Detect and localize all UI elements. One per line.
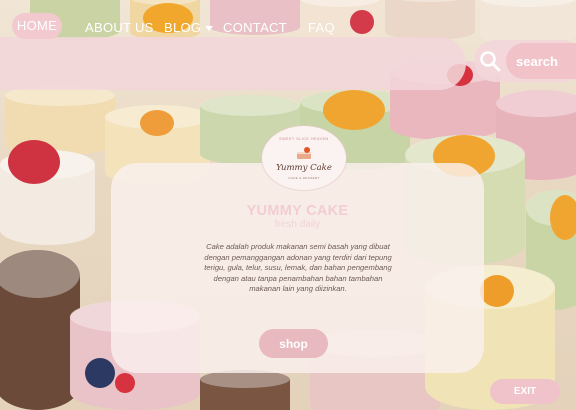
nav-blog-dropdown[interactable]: BLOG <box>164 16 214 40</box>
brand-logo: SWEET SLICE HEAVEN Yummy Cake CAKE & DES… <box>262 126 346 190</box>
nav-contact-link[interactable]: CONTACT <box>223 16 287 40</box>
nav-blog-label: BLOG <box>164 20 202 35</box>
nav-about-us-link[interactable]: ABOUT US <box>85 16 154 40</box>
orange-fruit-3 <box>480 275 514 307</box>
nav-home-link[interactable]: HOME <box>12 13 62 39</box>
search-bar <box>474 40 576 82</box>
bear-cookie-cake <box>200 370 290 410</box>
chocolate-bear-cake <box>0 250 80 410</box>
blueberry-fruit <box>85 358 115 388</box>
search-icon[interactable] <box>479 50 501 72</box>
mango-fruit <box>323 90 385 130</box>
raspberry-fruit <box>350 10 374 34</box>
coffee-cake <box>480 0 576 45</box>
orange-slice <box>550 195 576 240</box>
chevron-down-icon <box>205 26 214 32</box>
apricot-fruit <box>140 110 174 136</box>
hero-title: YUMMY CAKE <box>246 203 349 219</box>
strawberry-fruit-2 <box>8 140 60 184</box>
top-navigation-bar <box>0 37 466 90</box>
hero-description: Cake adalah produk makanan semi basah ya… <box>204 242 392 293</box>
hero-subtitle: fresh daily <box>274 219 321 230</box>
logo-tagline: CAKE & DESSERT <box>288 176 320 180</box>
exit-button[interactable]: EXIT <box>490 379 560 404</box>
cake-slice-icon <box>297 147 311 159</box>
logo-brand-name: Yummy Cake <box>276 163 332 173</box>
caramel-cake <box>385 0 475 40</box>
shop-button[interactable]: shop <box>259 329 328 358</box>
search-input[interactable] <box>506 43 576 79</box>
cherry-fruit <box>115 373 135 393</box>
nav-faq-link[interactable]: FAQ <box>308 16 335 40</box>
logo-arc-text: SWEET SLICE HEAVEN <box>279 137 329 141</box>
